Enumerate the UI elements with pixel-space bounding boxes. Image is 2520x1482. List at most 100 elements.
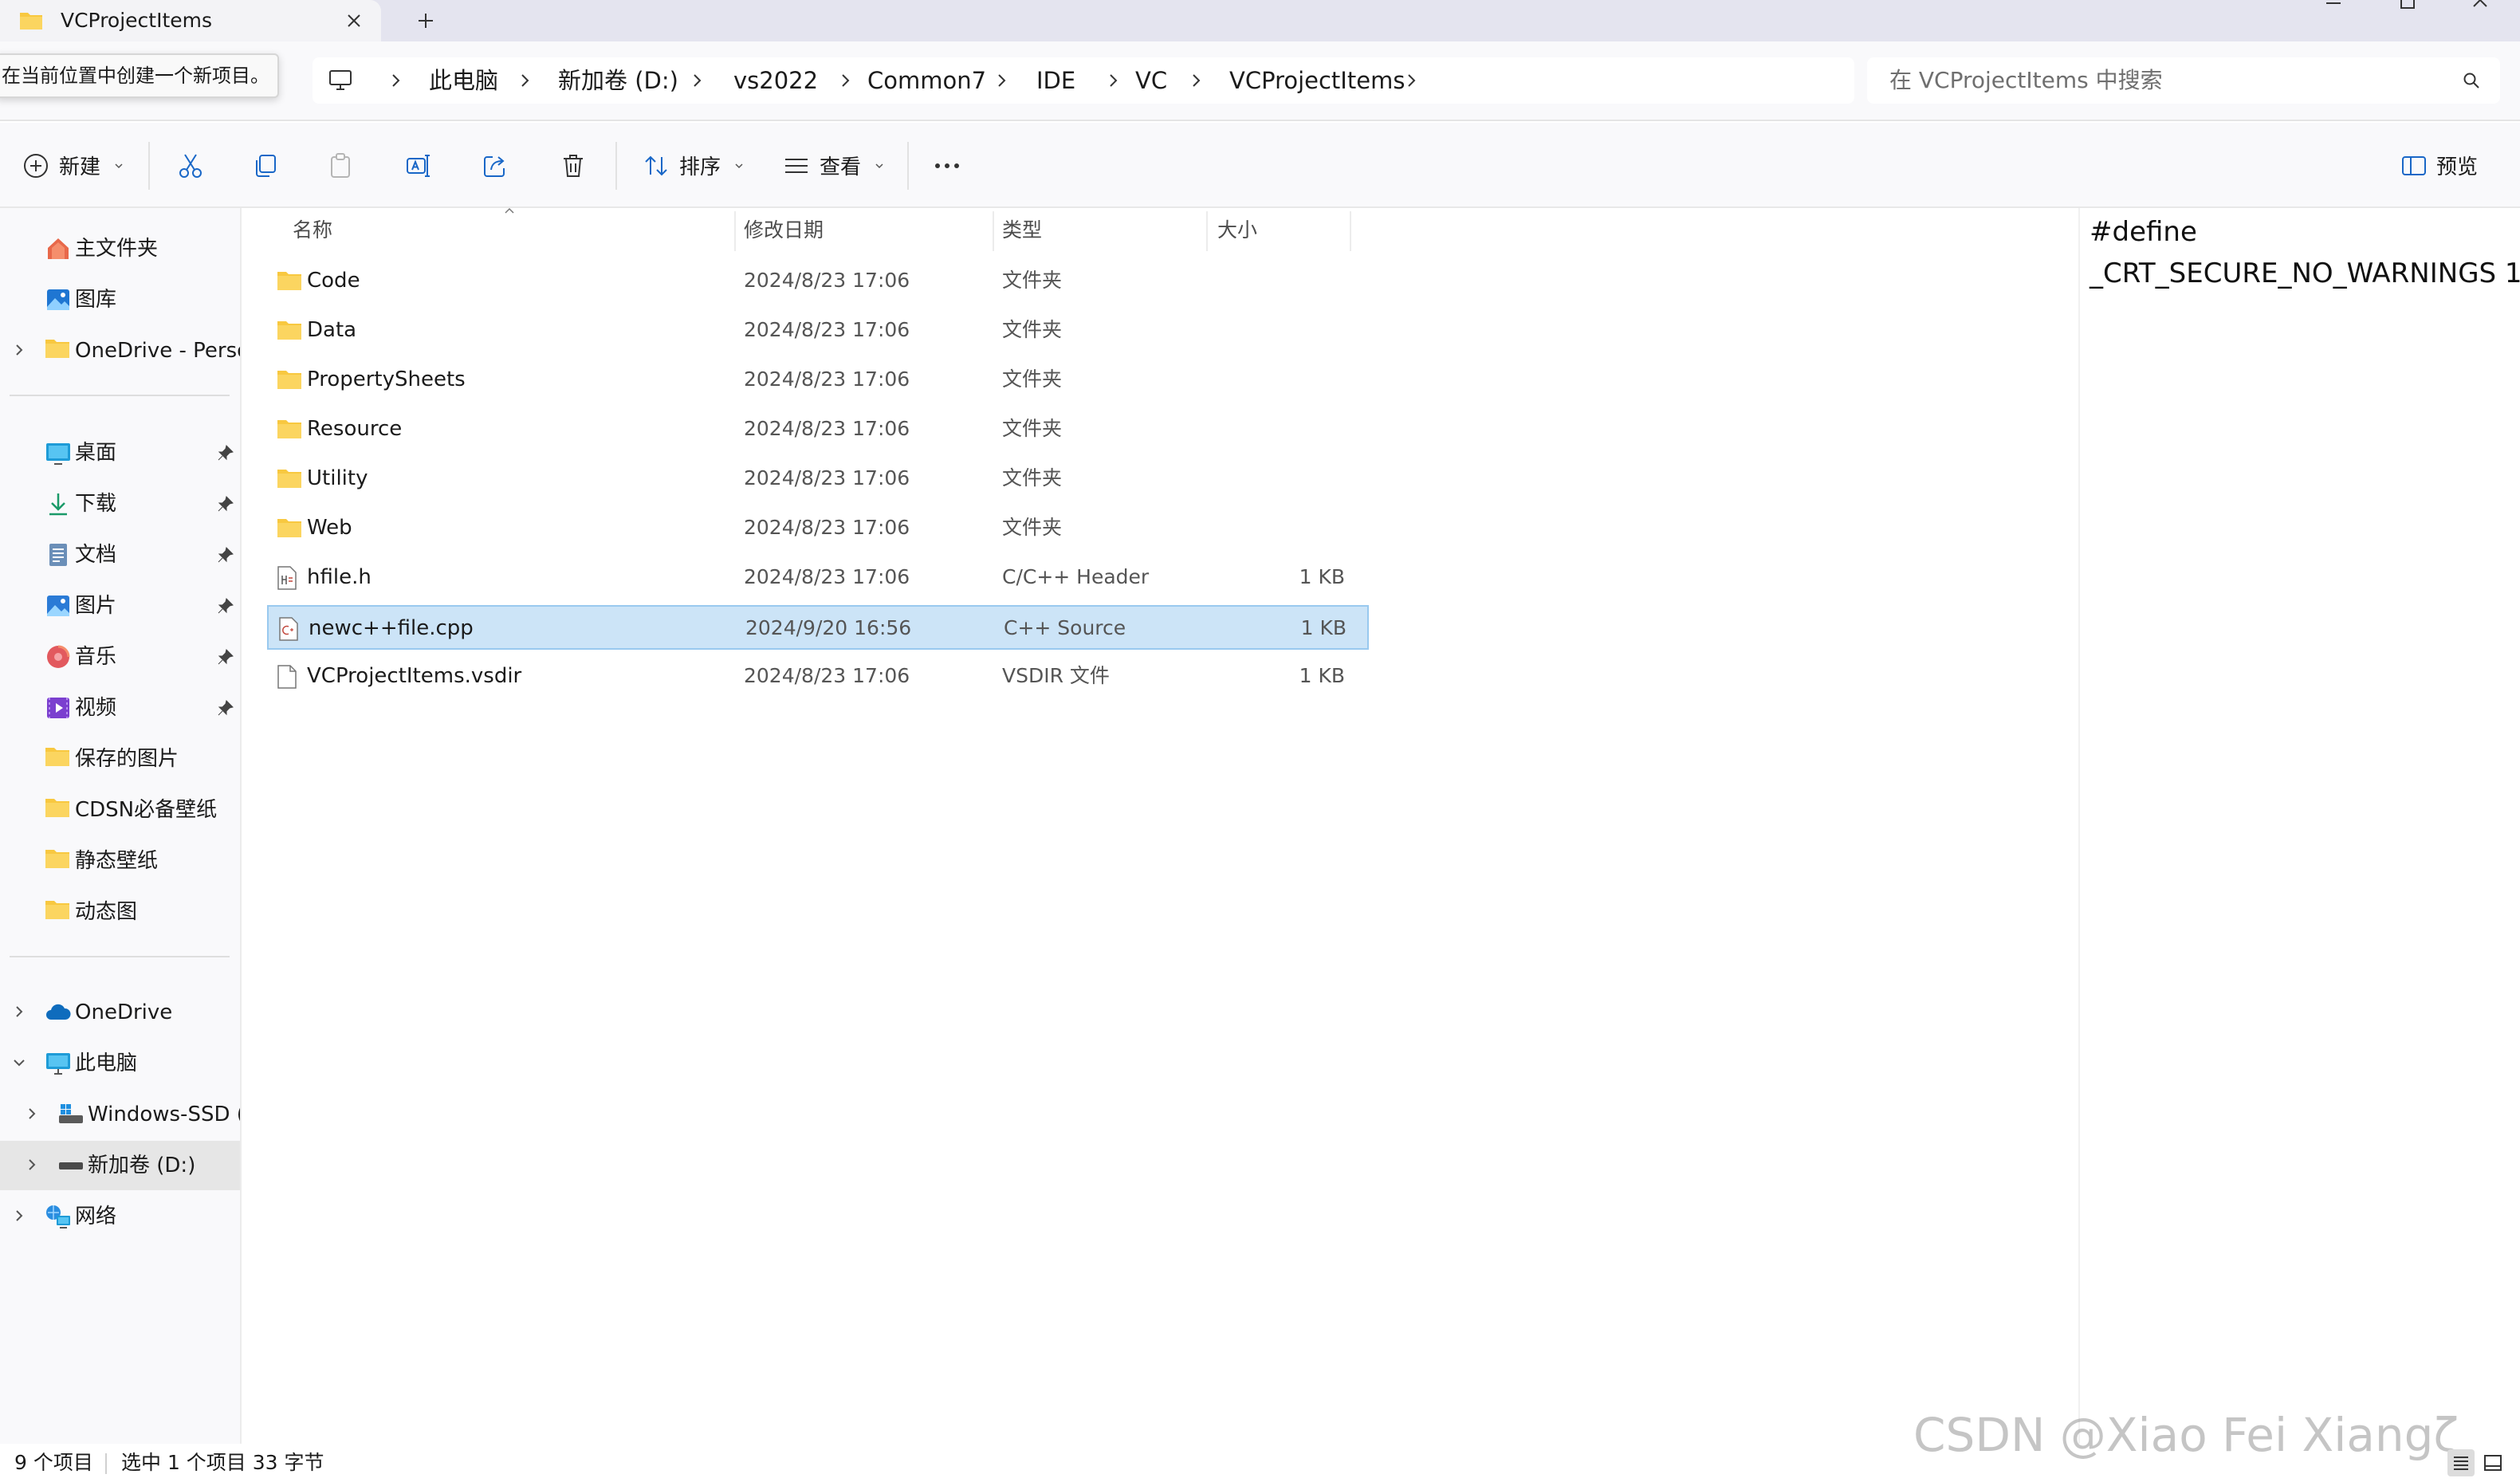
chevron-right-icon[interactable]	[992, 71, 1011, 90]
chevron-down-icon[interactable]	[11, 1055, 27, 1071]
breadcrumb-common7[interactable]: Common7	[867, 57, 986, 104]
chevron-right-icon[interactable]	[835, 71, 855, 90]
pin-icon[interactable]	[217, 597, 234, 615]
nav-item-windows-ssd[interactable]: Windows-SSD (C	[0, 1090, 240, 1139]
folder-icon	[45, 745, 70, 768]
breadcrumb[interactable]: 此电脑 新加卷 (D:) vs2022 Common7 IDE VC VCPro…	[313, 57, 1854, 104]
paste-button[interactable]	[327, 123, 354, 208]
cut-button[interactable]	[177, 123, 204, 208]
file-row[interactable]: PropertySheets 2024/8/23 17:06 文件夹	[267, 358, 1369, 403]
chevron-right-icon[interactable]	[1186, 71, 1205, 90]
chevron-right-icon[interactable]	[11, 1208, 27, 1224]
nav-item-network[interactable]: 网络	[0, 1192, 240, 1241]
rename-button[interactable]	[405, 123, 432, 208]
view-button[interactable]: 查看	[783, 123, 885, 208]
column-header-date[interactable]: 修改日期	[744, 208, 824, 253]
search-input[interactable]: 在 VCProjectItems 中搜索	[1889, 57, 2163, 104]
file-name: Utility	[307, 466, 368, 490]
file-row[interactable]: Code 2024/8/23 17:06 文件夹	[267, 259, 1369, 304]
preview-pane-button[interactable]: 预览	[2401, 123, 2478, 208]
breadcrumb-vcprojectitems[interactable]: VCProjectItems	[1229, 57, 1405, 104]
search-box[interactable]: 在 VCProjectItems 中搜索	[1867, 57, 2500, 104]
tab-title: VCProjectItems	[61, 9, 213, 32]
breadcrumb-vc[interactable]: VC	[1135, 57, 1167, 104]
nav-item-static-wallpapers[interactable]: 静态壁纸	[0, 836, 240, 886]
nav-item-label: 文档	[75, 543, 117, 567]
nav-item-documents[interactable]: 文档	[0, 530, 240, 580]
nav-item-desktop[interactable]: 桌面	[0, 428, 240, 478]
chevron-right-icon[interactable]	[24, 1157, 40, 1173]
copy-button[interactable]	[252, 123, 279, 208]
file-row[interactable]: Data 2024/8/23 17:06 文件夹	[267, 309, 1369, 353]
file-row[interactable]: Resource 2024/8/23 17:06 文件夹	[267, 407, 1369, 452]
column-divider[interactable]	[1350, 211, 1351, 251]
file-name: PropertySheets	[307, 368, 466, 391]
pin-icon[interactable]	[217, 495, 234, 513]
breadcrumb-ide[interactable]: IDE	[1036, 57, 1075, 104]
file-icon	[277, 665, 297, 689]
nav-item-downloads[interactable]: 下载	[0, 479, 240, 529]
column-divider[interactable]	[993, 211, 994, 251]
column-header-name[interactable]: 名称	[293, 208, 332, 253]
tiles-view-icon[interactable]	[2479, 1449, 2506, 1476]
copy-icon	[252, 152, 279, 179]
file-name: Data	[307, 318, 357, 342]
pin-icon[interactable]	[217, 648, 234, 666]
pin-icon[interactable]	[217, 546, 234, 564]
pin-icon[interactable]	[217, 699, 234, 717]
file-row[interactable]: Utility 2024/8/23 17:06 文件夹	[267, 457, 1369, 501]
new-tab-icon[interactable]	[411, 6, 440, 35]
maximize-icon[interactable]	[2371, 0, 2443, 16]
share-button[interactable]	[482, 123, 509, 208]
file-row-selected[interactable]: newc++file.cpp 2024/9/20 16:56 C++ Sourc…	[267, 605, 1369, 650]
nav-item-label: 桌面	[75, 441, 117, 465]
tab-vcprojectitems[interactable]: VCProjectItems	[0, 0, 381, 41]
minimize-icon[interactable]	[2298, 0, 2369, 16]
nav-item-videos[interactable]: 视频	[0, 683, 240, 733]
cloud-icon	[45, 999, 72, 1026]
chevron-right-icon[interactable]	[515, 71, 534, 90]
nav-item-gallery[interactable]: 图库	[0, 275, 240, 324]
more-options-button[interactable]	[933, 123, 961, 208]
column-header-size[interactable]: 大小	[1217, 208, 1257, 253]
details-view-icon[interactable]	[2447, 1449, 2475, 1476]
nav-item-onedrive[interactable]: OneDrive	[0, 988, 240, 1037]
close-tab-icon[interactable]	[341, 8, 367, 33]
search-icon[interactable]	[2462, 71, 2481, 90]
chevron-right-icon[interactable]	[11, 1004, 27, 1020]
nav-item-this-pc[interactable]: 此电脑	[0, 1039, 240, 1088]
chevron-right-icon[interactable]	[11, 342, 27, 358]
monitor-icon[interactable]	[328, 69, 352, 92]
column-header-type[interactable]: 类型	[1002, 208, 1042, 253]
close-window-icon[interactable]	[2444, 0, 2516, 16]
new-button[interactable]: 新建	[22, 123, 124, 208]
toolbar-divider	[615, 142, 617, 190]
nav-item-pictures[interactable]: 图片	[0, 581, 240, 631]
nav-item-onedrive-personal[interactable]: OneDrive - Persor	[0, 326, 240, 375]
column-divider[interactable]	[1206, 211, 1208, 251]
breadcrumb-vs2022[interactable]: vs2022	[733, 57, 818, 104]
nav-item-drive-d[interactable]: 新加卷 (D:)	[0, 1141, 240, 1190]
nav-item-cdsn-wallpapers[interactable]: CDSN必备壁纸	[0, 785, 240, 835]
folder-icon	[45, 847, 70, 870]
file-row[interactable]: VCProjectItems.vsdir 2024/8/23 17:06 VSD…	[267, 655, 1369, 699]
nav-item-music[interactable]: 音乐	[0, 632, 240, 682]
documents-icon	[45, 541, 72, 568]
delete-button[interactable]	[560, 123, 587, 208]
navigation-pane: 主文件夹 图库 OneDrive - Persor 桌面 下载 文档 图片 音乐…	[0, 208, 242, 1452]
file-row[interactable]: hfile.h 2024/8/23 17:06 C/C++ Header 1 K…	[267, 556, 1369, 600]
chevron-right-icon[interactable]	[24, 1106, 40, 1122]
chevron-right-icon[interactable]	[1402, 71, 1421, 90]
chevron-right-icon[interactable]	[1103, 71, 1122, 90]
sort-button[interactable]: 排序	[643, 123, 745, 208]
chevron-right-icon[interactable]	[386, 71, 405, 90]
breadcrumb-drive-d[interactable]: 新加卷 (D:)	[558, 57, 678, 104]
breadcrumb-this-pc[interactable]: 此电脑	[429, 57, 498, 104]
pin-icon[interactable]	[217, 444, 234, 462]
column-divider[interactable]	[734, 211, 736, 251]
nav-item-home[interactable]: 主文件夹	[0, 224, 240, 273]
file-row[interactable]: Web 2024/8/23 17:06 文件夹	[267, 506, 1369, 551]
nav-item-animated-images[interactable]: 动态图	[0, 887, 240, 937]
nav-item-saved-pictures[interactable]: 保存的图片	[0, 734, 240, 784]
chevron-right-icon[interactable]	[687, 71, 706, 90]
